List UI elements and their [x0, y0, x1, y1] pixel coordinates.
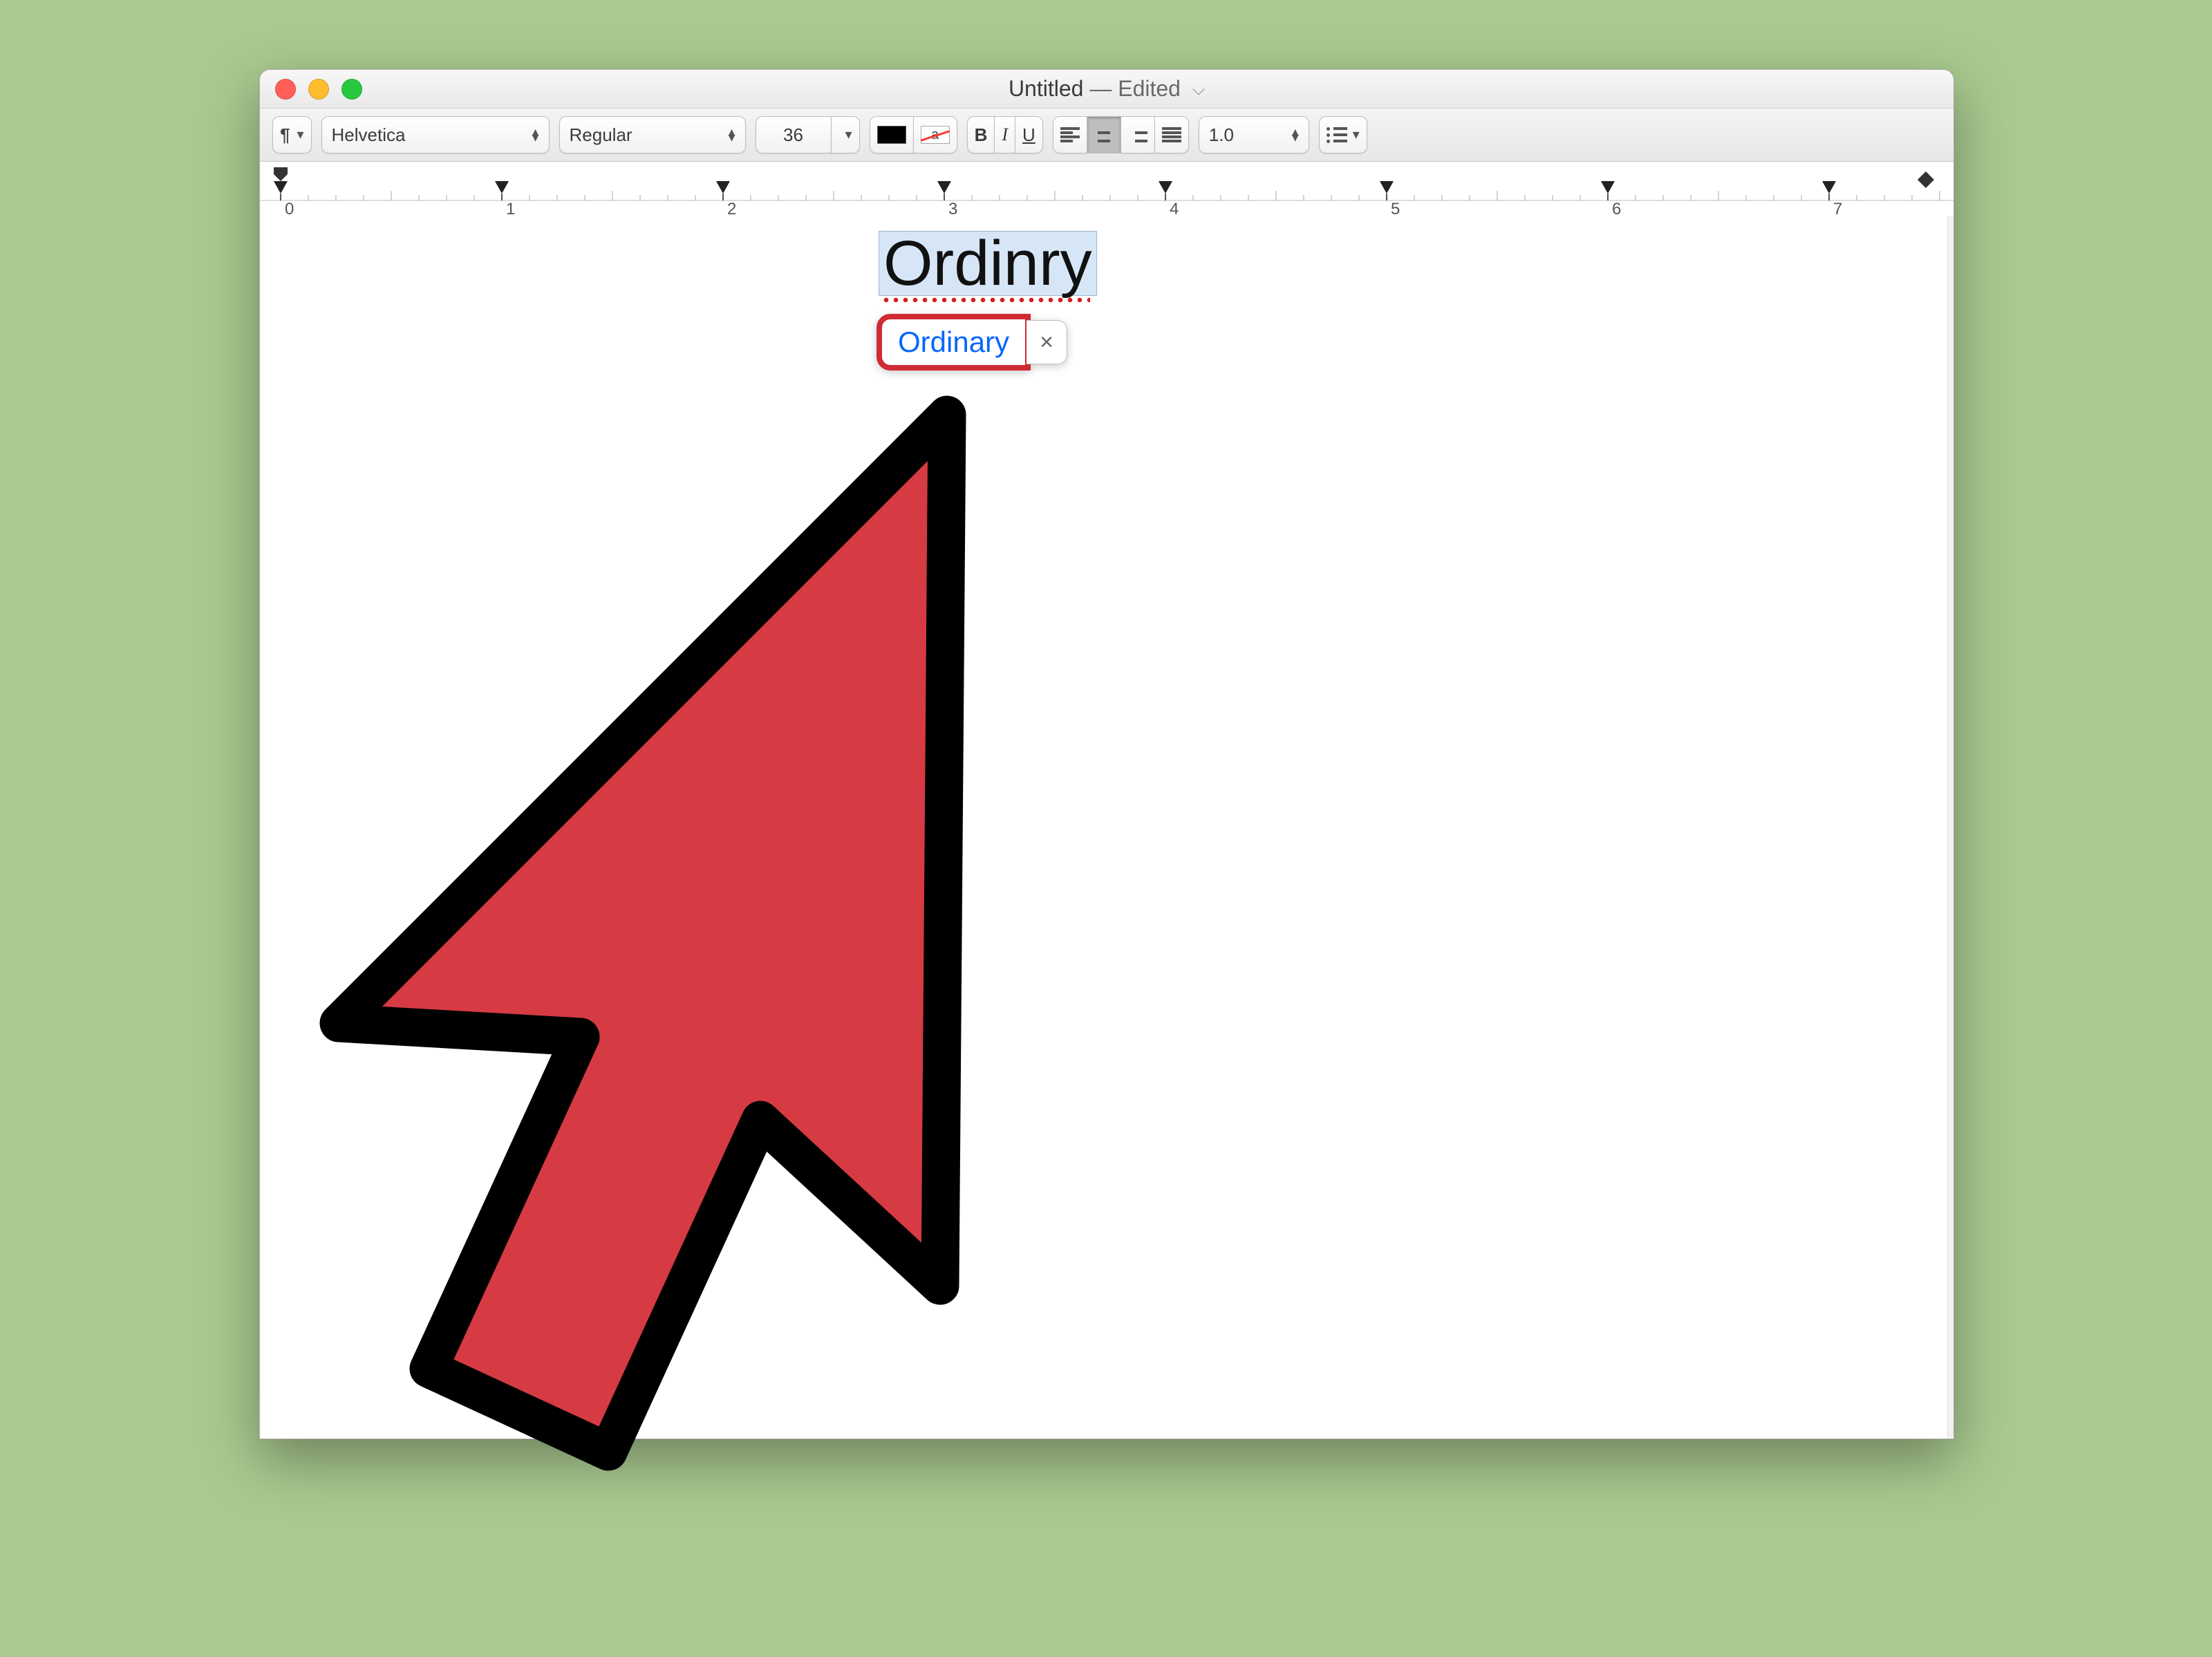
- italic-button[interactable]: I: [994, 116, 1015, 153]
- font-family-value: Helvetica: [332, 124, 406, 146]
- pilcrow-icon: ¶: [280, 124, 290, 146]
- list-style-button[interactable]: ▾: [1319, 116, 1367, 153]
- window-title: Untitled — Edited ⌵: [260, 76, 1953, 102]
- line-spacing-select[interactable]: 1.0 ▴▾: [1199, 116, 1309, 153]
- formatting-toolbar: ¶ ▾ Helvetica ▴▾ Regular ▴▾ 36 ▾ a: [260, 109, 1953, 162]
- document-area[interactable]: Ordinry Ordinary ×: [260, 216, 1948, 1439]
- bold-label: B: [975, 124, 988, 146]
- align-left-button[interactable]: [1053, 116, 1087, 153]
- title-menu-chevron-icon[interactable]: ⌵: [1192, 80, 1205, 100]
- titlebar: Untitled — Edited ⌵: [260, 70, 1953, 109]
- chevron-down-icon: ▾: [845, 132, 852, 138]
- color-controls: a: [870, 116, 957, 153]
- list-icon: [1327, 127, 1347, 142]
- dismiss-suggestion-button[interactable]: ×: [1027, 320, 1067, 364]
- svg-text:2: 2: [727, 200, 736, 217]
- text-color-button[interactable]: [870, 116, 914, 153]
- no-color-button[interactable]: a: [913, 116, 957, 153]
- zoom-window-button[interactable]: [341, 79, 362, 100]
- font-size-value: 36: [783, 124, 803, 146]
- window-controls: [260, 79, 362, 100]
- font-style-select[interactable]: Regular ▴▾: [559, 116, 746, 153]
- typed-text-selection[interactable]: Ordinry: [879, 231, 1097, 296]
- italic-label: I: [1002, 124, 1008, 145]
- close-window-button[interactable]: [275, 79, 296, 100]
- align-justify-icon: [1162, 127, 1181, 142]
- fill-swatch-icon: [877, 126, 906, 144]
- svg-text:3: 3: [948, 200, 957, 217]
- ruler-graphics: 0 1 2 3 4 5 6 7: [260, 162, 1953, 217]
- align-right-button[interactable]: [1121, 116, 1155, 153]
- bold-button[interactable]: B: [967, 116, 995, 153]
- svg-text:1: 1: [506, 200, 515, 217]
- align-center-icon: [1094, 127, 1114, 142]
- close-icon: ×: [1040, 329, 1053, 356]
- font-size-control: 36 ▾: [756, 116, 860, 153]
- chevron-down-icon: ▾: [1353, 132, 1360, 138]
- spelling-suggestion-button[interactable]: Ordinary: [881, 318, 1027, 366]
- underline-label: U: [1022, 124, 1035, 146]
- font-style-value: Regular: [570, 124, 632, 146]
- align-justify-button[interactable]: [1154, 116, 1189, 153]
- suggestion-text: Ordinary: [898, 326, 1009, 358]
- no-color-swatch-icon: a: [921, 126, 950, 144]
- stepper-icon: ▴▾: [532, 129, 538, 140]
- svg-text:7: 7: [1833, 200, 1842, 217]
- spellcheck-underline: [883, 297, 1090, 303]
- swatch-letter: a: [931, 127, 939, 143]
- stepper-icon: ▴▾: [728, 129, 735, 140]
- title-filename: Untitled: [1009, 76, 1084, 101]
- align-right-icon: [1128, 127, 1147, 142]
- text-style-group: B I U: [967, 116, 1043, 153]
- svg-text:0: 0: [285, 200, 294, 217]
- font-size-field[interactable]: 36: [756, 116, 832, 153]
- align-center-button[interactable]: [1087, 116, 1121, 153]
- svg-text:5: 5: [1391, 200, 1400, 217]
- font-family-select[interactable]: Helvetica ▴▾: [321, 116, 550, 153]
- spelling-suggestion-popup: Ordinary ×: [881, 318, 1067, 366]
- svg-text:4: 4: [1170, 200, 1179, 217]
- minimize-window-button[interactable]: [308, 79, 329, 100]
- stepper-icon: ▴▾: [1292, 129, 1299, 140]
- title-status: Edited: [1118, 76, 1181, 101]
- alignment-group: [1053, 116, 1189, 153]
- font-size-dropdown[interactable]: ▾: [831, 116, 860, 153]
- line-spacing-value: 1.0: [1209, 124, 1234, 146]
- svg-text:6: 6: [1612, 200, 1621, 217]
- title-separator: —: [1083, 76, 1118, 101]
- app-window: Untitled — Edited ⌵ ¶ ▾ Helvetica ▴▾ Reg…: [259, 69, 1954, 1439]
- underline-button[interactable]: U: [1015, 116, 1043, 153]
- typed-text: Ordinry: [883, 228, 1092, 299]
- align-left-icon: [1060, 127, 1080, 142]
- paragraph-style-button[interactable]: ¶ ▾: [272, 116, 312, 153]
- ruler[interactable]: 0 1 2 3 4 5 6 7: [260, 162, 1953, 218]
- chevron-down-icon: ▾: [297, 132, 303, 138]
